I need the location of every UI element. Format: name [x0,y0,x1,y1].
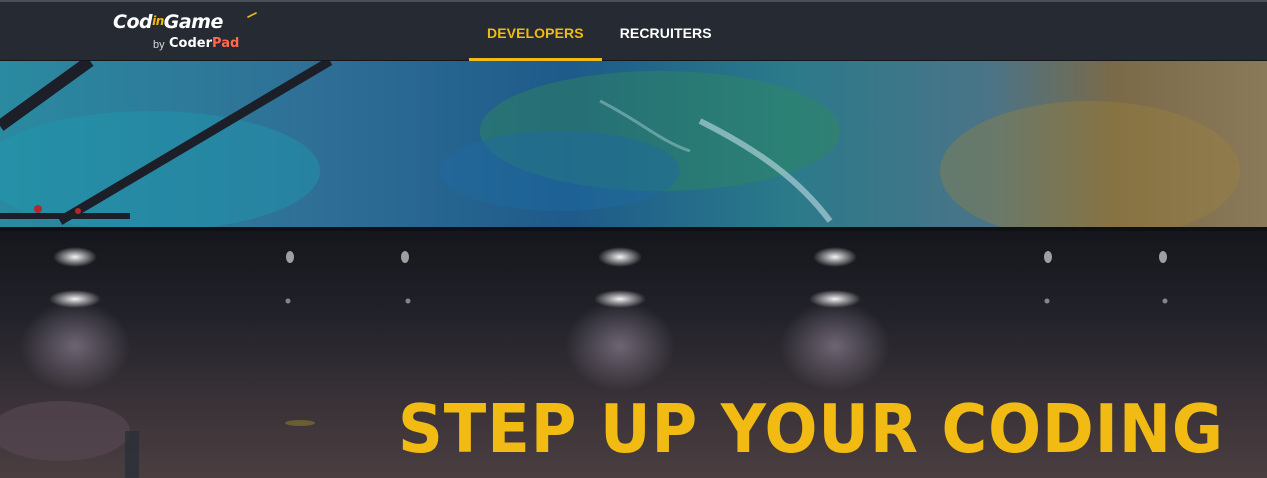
logo-coderpad-text: CoderPad [169,36,240,51]
nav-tabs: DEVELOPERS RECRUITERS [469,2,730,61]
page: CodinGame by CoderPad DEVELOPERS RECRUIT… [0,0,1267,478]
tab-developers[interactable]: DEVELOPERS [469,2,602,61]
hero-section: STEP UP YOUR CODING [0,61,1267,478]
top-navbar: CodinGame by CoderPad DEVELOPERS RECRUIT… [0,0,1267,61]
codingame-logo[interactable]: CodinGame by CoderPad [113,8,263,58]
logo-spark-icon [247,12,257,18]
tab-recruiters[interactable]: RECRUITERS [602,2,730,61]
logo-brand-text: CodinGame [113,11,223,33]
hero-title: STEP UP YOUR CODING [398,390,1224,468]
logo-by-text: by [153,39,165,51]
